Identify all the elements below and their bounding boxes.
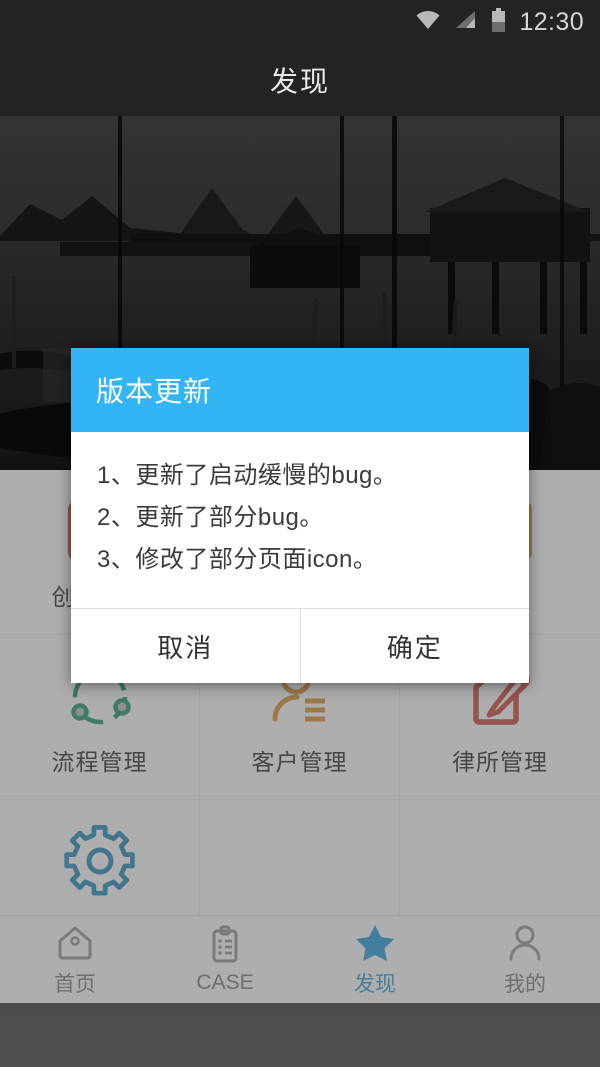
dialog-header: 版本更新 [71, 348, 529, 432]
app-title-bar: 发现 [0, 44, 600, 116]
cell-signal-icon [454, 10, 478, 35]
dialog-title: 版本更新 [96, 376, 213, 407]
changelog-item: 2、更新了部分bug。 [97, 504, 324, 531]
changelog-list: 1、更新了启动缓慢的bug。 2、更新了部分bug。 3、修改了部分页面icon… [97, 456, 503, 582]
cancel-button[interactable]: 取消 [71, 609, 300, 683]
phone-screen: 12:30 发现 版本更新 1、更新了启动缓慢的bug。 2、更新了部分bug。… [0, 0, 600, 1067]
battery-icon [491, 7, 506, 37]
confirm-button[interactable]: 确定 [300, 609, 529, 683]
page-title: 发现 [269, 66, 330, 97]
status-clock: 12:30 [519, 7, 584, 36]
dialog-actions: 取消 确定 [71, 608, 529, 683]
status-bar: 12:30 [0, 0, 600, 44]
version-update-dialog: 版本更新 1、更新了启动缓慢的bug。 2、更新了部分bug。 3、修改了部分页… [71, 348, 529, 683]
dialog-body: 1、更新了启动缓慢的bug。 2、更新了部分bug。 3、修改了部分页面icon… [71, 432, 529, 608]
wifi-icon [415, 10, 441, 35]
changelog-item: 3、修改了部分页面icon。 [97, 546, 378, 573]
changelog-item: 1、更新了启动缓慢的bug。 [97, 462, 398, 489]
